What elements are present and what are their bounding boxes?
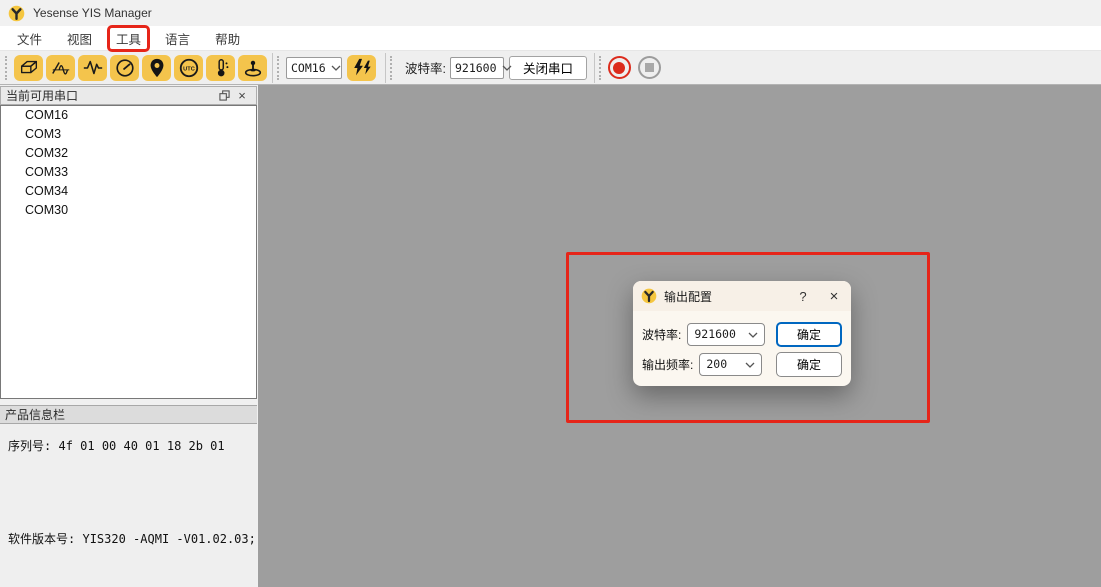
- baud-rate-value: 921600: [455, 61, 497, 75]
- serial-port-list[interactable]: COM16 COM3 COM32 COM33 COM34 COM30: [0, 105, 257, 399]
- chevron-down-icon: [745, 357, 755, 371]
- dialog-title: 输出配置: [664, 288, 712, 305]
- port-select[interactable]: COM16: [286, 57, 342, 79]
- menu-language[interactable]: 语言: [158, 26, 197, 51]
- info-panel-header: 产品信息栏: [0, 405, 257, 424]
- output-config-dialog: 输出配置 ? × 波特率: 921600 确定 输出频率:: [633, 281, 851, 386]
- cube-icon: [18, 57, 40, 79]
- yesense-logo-icon: [641, 288, 657, 304]
- menu-view[interactable]: 视图: [60, 26, 99, 51]
- attitude-curve-button[interactable]: [46, 55, 75, 81]
- baud-rate-select[interactable]: 921600: [450, 57, 504, 79]
- waveform-button[interactable]: [78, 55, 107, 81]
- serial-number-label: 序列号:: [8, 439, 51, 453]
- ports-panel-header: 当前可用串口 ×: [0, 86, 257, 105]
- angle-wave-icon: [50, 57, 72, 79]
- close-panel-button[interactable]: ×: [233, 88, 251, 103]
- refresh-ports-button[interactable]: [347, 55, 376, 81]
- list-item-port[interactable]: COM3: [1, 125, 256, 144]
- dialog-output-rate-label: 输出频率:: [642, 356, 693, 373]
- main-content-area: 输出配置 ? × 波特率: 921600 确定 输出频率:: [258, 85, 1101, 587]
- dialog-close-button[interactable]: ×: [821, 288, 847, 305]
- dialog-baud-value: 921600: [694, 327, 736, 341]
- close-serial-port-button[interactable]: 关闭串口: [509, 56, 587, 80]
- serial-number-value: 4f 01 00 40 01 18 2b 01: [58, 439, 224, 453]
- location-pin-icon: [146, 57, 168, 79]
- firmware-version-label: 软件版本号:: [8, 532, 75, 546]
- sensor-probe-button[interactable]: [238, 55, 267, 81]
- waveform-icon: [82, 57, 104, 79]
- toolbar-grip[interactable]: [5, 56, 9, 80]
- product-info-panel: 序列号: 4f 01 00 40 01 18 2b 01 软件版本号: YIS3…: [0, 424, 257, 587]
- baud-confirm-button[interactable]: 确定: [776, 322, 842, 347]
- menu-tools[interactable]: 工具: [107, 25, 150, 52]
- temperature-button[interactable]: [206, 55, 235, 81]
- chevron-down-icon: [326, 65, 341, 71]
- serial-number-line: 序列号: 4f 01 00 40 01 18 2b 01: [8, 437, 225, 454]
- left-dock-area: 当前可用串口 × COM16 COM3 COM32 COM33 COM34 CO…: [0, 85, 258, 587]
- chevron-down-icon: [748, 327, 758, 341]
- stop-button[interactable]: [638, 56, 661, 79]
- app-window: Yesense YIS Manager 文件 视图 工具 语言 帮助: [0, 0, 1101, 587]
- toolbar-grip[interactable]: [277, 56, 281, 80]
- list-item-port[interactable]: COM32: [1, 144, 256, 163]
- utc-time-button[interactable]: UTC: [174, 55, 203, 81]
- baud-rate-label: 波特率:: [405, 58, 446, 77]
- stop-square-icon: [645, 63, 654, 72]
- record-button[interactable]: [608, 56, 631, 79]
- output-rate-confirm-button[interactable]: 确定: [776, 352, 842, 377]
- menu-bar: 文件 视图 工具 语言 帮助: [0, 26, 1101, 51]
- float-panel-button[interactable]: [215, 88, 233, 103]
- firmware-version-line: 软件版本号: YIS320 -AQMI -V01.02.03;: [8, 530, 256, 547]
- record-dot-icon: [613, 62, 625, 74]
- svg-text:UTC: UTC: [183, 66, 195, 72]
- dialog-baud-label: 波特率:: [642, 326, 681, 343]
- toolbar: UTC COM16: [0, 51, 1101, 85]
- dialog-help-button[interactable]: ?: [792, 289, 814, 304]
- ports-panel-title: 当前可用串口: [6, 87, 78, 104]
- port-select-value: COM16: [291, 61, 326, 75]
- toolbar-separator: [594, 53, 595, 83]
- output-rate-row: 输出频率: 200 确定: [633, 351, 851, 377]
- gauge-button[interactable]: [110, 55, 139, 81]
- toolbar-grip[interactable]: [390, 56, 394, 80]
- dialog-baud-select[interactable]: 921600: [687, 323, 765, 346]
- dialog-title-bar[interactable]: 输出配置 ? ×: [633, 281, 851, 311]
- menu-file[interactable]: 文件: [10, 26, 49, 51]
- dialog-output-rate-select[interactable]: 200: [699, 353, 762, 376]
- chevron-down-icon: [497, 65, 512, 71]
- menu-help[interactable]: 帮助: [208, 26, 247, 51]
- toolbar-separator: [385, 53, 386, 83]
- list-item-port[interactable]: COM16: [1, 106, 256, 125]
- info-panel-title: 产品信息栏: [5, 406, 65, 423]
- gauge-icon: [114, 57, 136, 79]
- list-item-port[interactable]: COM34: [1, 182, 256, 201]
- toolbar-grip[interactable]: [599, 56, 603, 80]
- workspace: 当前可用串口 × COM16 COM3 COM32 COM33 COM34 CO…: [0, 85, 1101, 587]
- firmware-version-value: YIS320 -AQMI -V01.02.03;: [82, 532, 255, 546]
- undock-icon: [219, 90, 230, 101]
- baud-rate-row: 波特率: 921600 确定: [633, 321, 851, 347]
- cube-3d-view-button[interactable]: [14, 55, 43, 81]
- list-item-port[interactable]: COM33: [1, 163, 256, 182]
- title-bar: Yesense YIS Manager: [0, 0, 1101, 26]
- yesense-logo-icon: [8, 5, 25, 22]
- toolbar-separator: [272, 53, 273, 83]
- double-lightning-icon: [351, 57, 373, 79]
- thermometer-icon: [210, 57, 232, 79]
- window-title: Yesense YIS Manager: [33, 6, 152, 20]
- list-item-port[interactable]: COM30: [1, 201, 256, 220]
- utc-clock-icon: UTC: [178, 57, 200, 79]
- probe-icon: [242, 57, 264, 79]
- dialog-output-rate-value: 200: [706, 357, 727, 371]
- location-button[interactable]: [142, 55, 171, 81]
